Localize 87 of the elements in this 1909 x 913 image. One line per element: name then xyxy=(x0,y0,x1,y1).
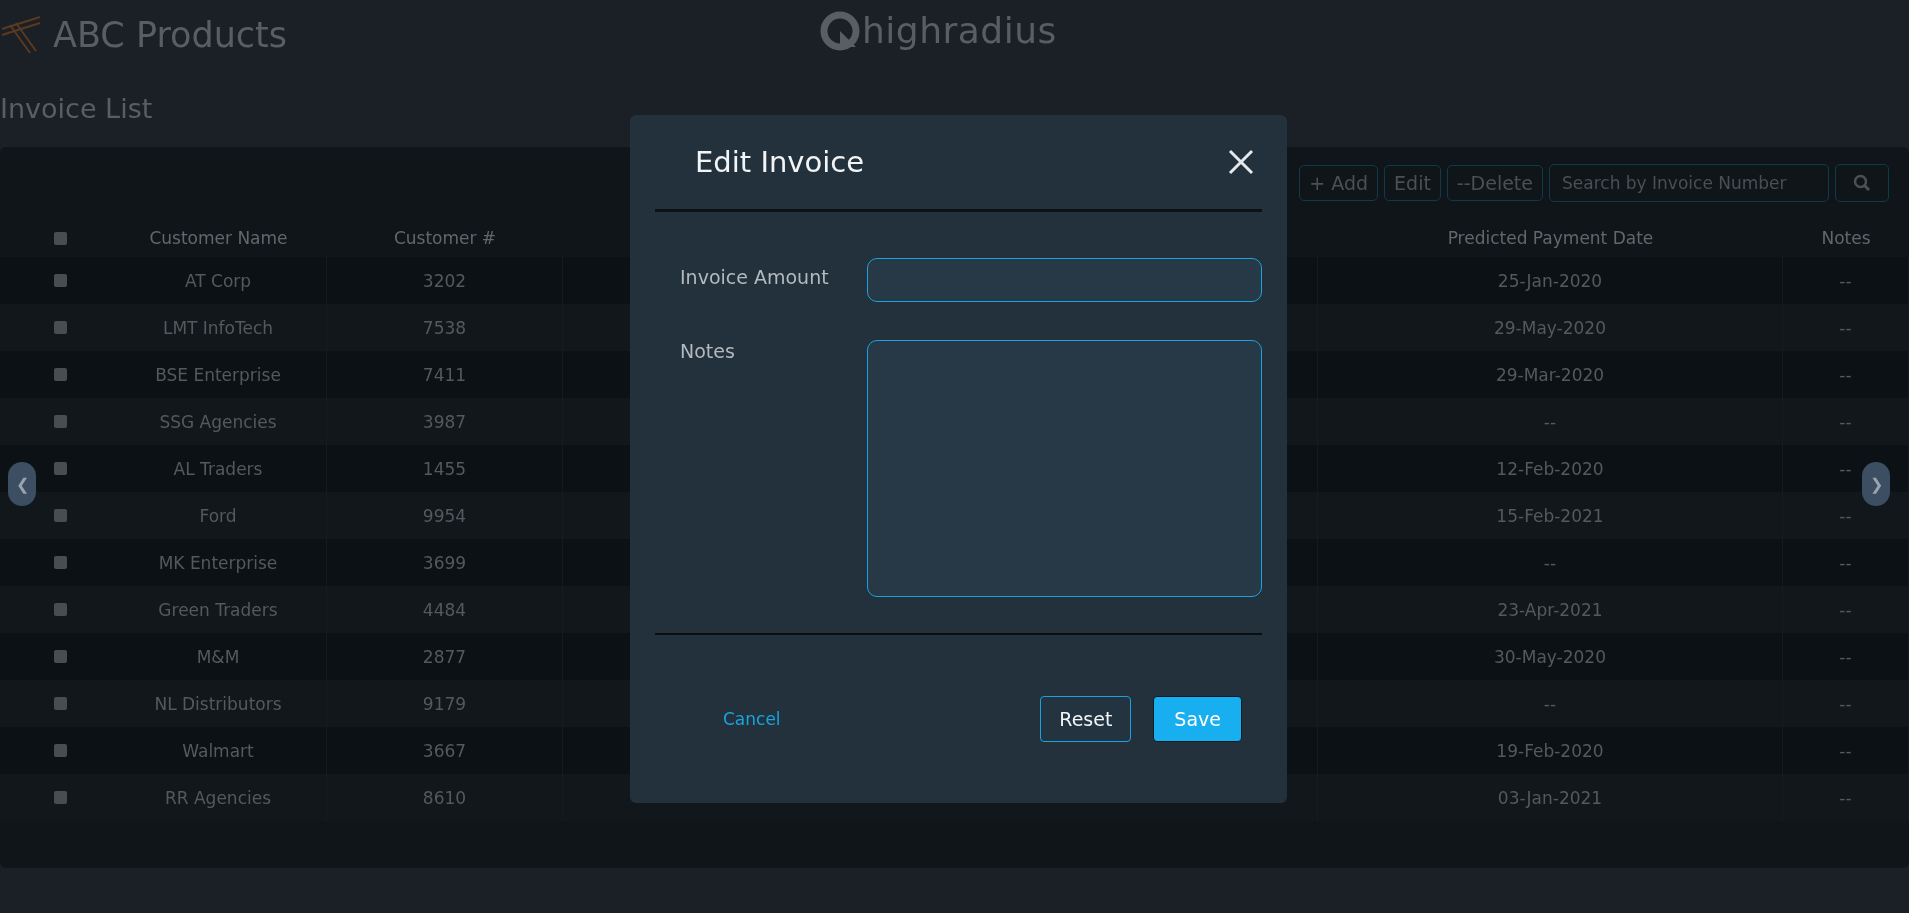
customer-number-cell: 3202 xyxy=(422,270,467,291)
customer-name-cell: AT Corp xyxy=(184,270,252,291)
customer-number-cell: 7538 xyxy=(422,317,467,338)
customer-name-cell: NL Distributors xyxy=(154,693,282,714)
search-button[interactable] xyxy=(1835,164,1889,202)
page-title: Invoice List xyxy=(0,91,154,126)
customer-number-cell: 2877 xyxy=(422,646,467,667)
predicted-date-cell: 03-Jan-2021 xyxy=(1497,787,1603,808)
select-all-checkbox[interactable] xyxy=(53,231,67,245)
customer-number-cell: 3699 xyxy=(422,552,467,573)
predicted-date-cell: 23-Apr-2021 xyxy=(1497,599,1603,620)
row-checkbox[interactable] xyxy=(53,321,67,334)
close-button[interactable] xyxy=(1228,149,1254,175)
row-checkbox[interactable] xyxy=(53,791,67,804)
search-field[interactable]: Search by Invoice Number xyxy=(1549,164,1829,202)
row-checkbox[interactable] xyxy=(53,603,67,616)
notes-cell: -- xyxy=(1839,270,1852,291)
row-checkbox[interactable] xyxy=(53,697,67,710)
customer-name-cell: BSE Enterprise xyxy=(155,364,281,385)
toolbar-button[interactable]: Edit xyxy=(1384,165,1441,201)
customer-number-cell: 8610 xyxy=(422,787,467,808)
column-header: Predicted Payment Date xyxy=(1446,228,1655,248)
toolbar-button[interactable]: + Add xyxy=(1299,165,1379,201)
column-header: Customer # xyxy=(392,228,498,248)
customer-number-cell: 3987 xyxy=(422,411,467,432)
notes-cell: -- xyxy=(1839,411,1852,432)
customer-name-cell: AL Traders xyxy=(173,458,263,479)
predicted-date-cell: 12-Feb-2020 xyxy=(1496,458,1604,479)
row-checkbox[interactable] xyxy=(53,415,67,428)
customer-name-cell: Ford xyxy=(199,505,237,526)
partner-logo-text: highradius xyxy=(862,10,1057,51)
customer-name-cell: SSG Agencies xyxy=(159,411,277,432)
field-label: Invoice Amount xyxy=(679,265,830,288)
notes-field[interactable] xyxy=(867,340,1262,597)
predicted-date-cell: 30-May-2020 xyxy=(1494,646,1606,667)
toolbar-button[interactable]: --Delete xyxy=(1446,165,1543,201)
predicted-date-cell: 19-Feb-2020 xyxy=(1496,740,1604,761)
notes-cell: -- xyxy=(1839,787,1852,808)
customer-name-cell: RR Agencies xyxy=(164,787,272,808)
reset-button[interactable]: Reset xyxy=(1040,696,1132,742)
previous-page-button[interactable]: ❮ xyxy=(8,462,36,506)
partner-logo-icon xyxy=(820,10,860,51)
predicted-date-cell: -- xyxy=(1543,693,1557,714)
brand-name: ABC Products xyxy=(53,15,288,55)
field-label: Notes xyxy=(679,340,736,362)
predicted-date-cell: 29-Mar-2020 xyxy=(1495,364,1605,385)
row-checkbox[interactable] xyxy=(53,556,67,569)
customer-number-cell: 7411 xyxy=(422,364,467,385)
next-page-button[interactable]: ❯ xyxy=(1862,462,1890,506)
row-checkbox[interactable] xyxy=(53,744,67,757)
row-checkbox[interactable] xyxy=(53,368,67,381)
save-button[interactable]: Save xyxy=(1153,696,1242,742)
customer-name-cell: M&M xyxy=(196,646,240,667)
notes-cell: -- xyxy=(1839,646,1852,667)
predicted-date-cell: -- xyxy=(1543,552,1557,573)
customer-number-cell: 3667 xyxy=(422,740,467,761)
predicted-date-cell: 29-May-2020 xyxy=(1494,317,1606,338)
predicted-date-cell: 25-Jan-2020 xyxy=(1497,270,1603,291)
customer-number-cell: 1455 xyxy=(422,458,467,479)
notes-cell: -- xyxy=(1839,552,1852,573)
notes-cell: -- xyxy=(1839,740,1852,761)
row-checkbox[interactable] xyxy=(53,462,67,475)
notes-cell: -- xyxy=(1839,505,1852,526)
column-header: Notes xyxy=(1820,228,1872,248)
search-icon xyxy=(1853,174,1871,192)
row-checkbox[interactable] xyxy=(53,650,67,663)
cancel-link[interactable]: Cancel xyxy=(723,709,781,729)
row-checkbox[interactable] xyxy=(53,509,67,522)
invoice-amount-field[interactable] xyxy=(867,258,1262,302)
predicted-date-cell: -- xyxy=(1543,411,1557,432)
notes-cell: -- xyxy=(1839,599,1852,620)
close-icon xyxy=(1228,149,1254,175)
customer-name-cell: Green Traders xyxy=(158,599,278,620)
row-checkbox[interactable] xyxy=(53,274,67,287)
notes-cell: -- xyxy=(1839,317,1852,338)
customer-number-cell: 4484 xyxy=(422,599,467,620)
notes-cell: -- xyxy=(1839,364,1852,385)
notes-cell: -- xyxy=(1839,458,1852,479)
customer-name-cell: Walmart xyxy=(182,740,254,761)
customer-number-cell: 9179 xyxy=(422,693,467,714)
customer-name-cell: LMT InfoTech xyxy=(162,317,274,338)
dialog-title: Edit Invoice xyxy=(695,145,865,179)
customer-number-cell: 9954 xyxy=(422,505,467,526)
predicted-date-cell: 15-Feb-2021 xyxy=(1496,505,1604,526)
column-header: Customer Name xyxy=(148,228,289,248)
notes-cell: -- xyxy=(1839,693,1852,714)
customer-name-cell: MK Enterprise xyxy=(158,552,278,573)
